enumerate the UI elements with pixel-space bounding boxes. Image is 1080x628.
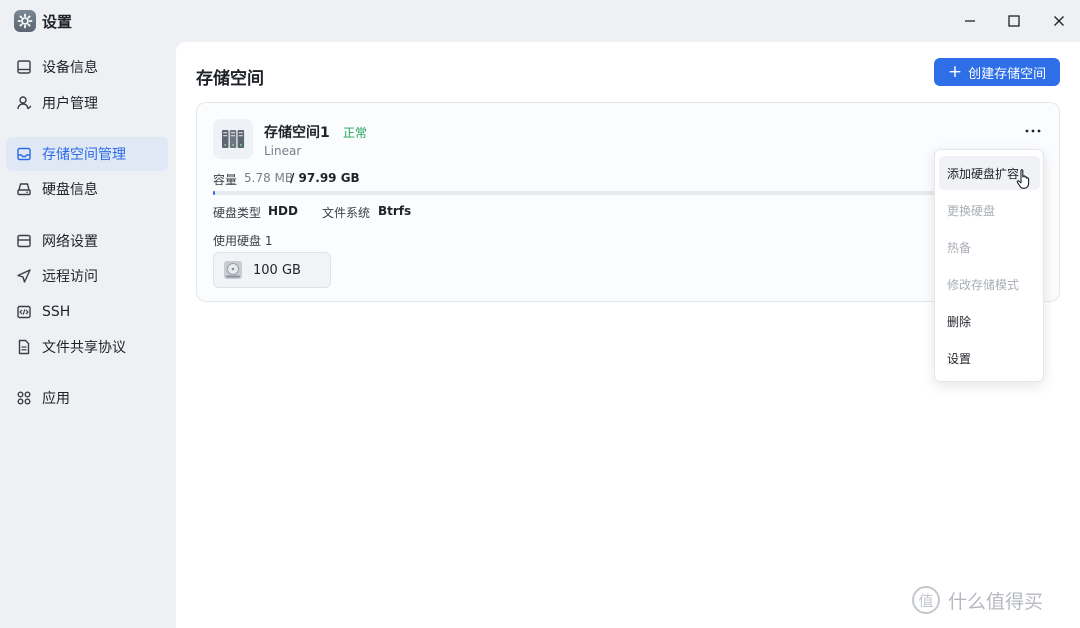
disk-icon (16, 181, 32, 197)
device-icon (16, 59, 32, 75)
title-bar: 设置 (0, 0, 1080, 42)
server-rack-icon (213, 119, 253, 159)
filesystem-value: Btrfs (378, 204, 412, 218)
minimize-icon (965, 20, 975, 22)
menu-item-label: 修改存储模式 (947, 277, 1020, 292)
window-title: 设置 (42, 13, 73, 31)
status-badge: 正常 (343, 126, 368, 140)
menu-item-label: 热备 (947, 240, 972, 255)
capacity-total: / 97.99 GB (290, 171, 360, 185)
sidebar-item-label: SSH (42, 304, 71, 320)
sidebar-item-label: 存储空间管理 (42, 147, 126, 163)
menu-item-label: 更换硬盘 (947, 203, 996, 218)
menu-item-replace-disk[interactable]: 更换硬盘 (939, 193, 1040, 227)
sidebar-item-network-settings[interactable]: 网络设置 (6, 224, 168, 258)
storage-icon (16, 146, 32, 162)
menu-item-change-storage-mode[interactable]: 修改存储模式 (939, 267, 1040, 301)
close-button[interactable] (1046, 8, 1072, 34)
document-icon (16, 339, 32, 355)
capacity-label: 容量 (213, 173, 238, 187)
storage-pool-card: 存储空间1 正常 Linear 容量 5.78 MB / 97.99 GB 硬盘… (196, 102, 1060, 302)
create-storage-button[interactable]: + 创建存储空间 (934, 58, 1060, 86)
maximize-icon (1008, 15, 1020, 27)
sidebar-item-disk-info[interactable]: 硬盘信息 (6, 172, 168, 206)
pool-name: 存储空间1 (264, 125, 330, 141)
used-disks-label: 使用硬盘 1 (213, 234, 273, 248)
capacity-bar (213, 191, 1043, 195)
disk-size: 100 GB (253, 262, 301, 278)
hand-cursor-icon (1016, 169, 1030, 189)
sidebar-item-label: 网络设置 (42, 234, 98, 250)
watermark: 值 什么值得买 (912, 586, 1043, 614)
menu-item-settings[interactable]: 设置 (939, 341, 1040, 375)
watermark-text: 什么值得买 (948, 590, 1044, 613)
sidebar-item-label: 硬盘信息 (42, 182, 98, 198)
sidebar-item-storage-management[interactable]: 存储空间管理 (6, 137, 168, 171)
sidebar: 设备信息 用户管理 存储空间管理 硬盘信息 网络设置 远程访问 SSH 文件共享… (0, 42, 176, 628)
gear-icon (14, 10, 36, 32)
sidebar-item-remote-access[interactable]: 远程访问 (6, 259, 168, 293)
send-icon (16, 268, 32, 284)
minimize-button[interactable] (957, 8, 983, 34)
disk-chip[interactable]: 100 GB (213, 252, 331, 288)
menu-item-label: 删除 (947, 314, 972, 329)
sidebar-item-label: 用户管理 (42, 96, 98, 112)
watermark-badge: 值 (912, 586, 940, 614)
sidebar-item-device-info[interactable]: 设备信息 (6, 50, 168, 84)
menu-item-label: 添加硬盘扩容 (947, 166, 1020, 181)
sidebar-item-label: 文件共享协议 (42, 340, 126, 356)
sidebar-item-ssh[interactable]: SSH (6, 295, 168, 329)
disk-type-label: 硬盘类型 (213, 206, 262, 220)
capacity-bar-fill (213, 191, 215, 195)
create-storage-label: 创建存储空间 (968, 66, 1047, 82)
filesystem-label: 文件系统 (322, 206, 371, 220)
ellipsis-icon (1025, 129, 1041, 133)
plus-icon: + (947, 61, 963, 82)
maximize-button[interactable] (1001, 8, 1027, 34)
menu-item-hot-spare[interactable]: 热备 (939, 230, 1040, 264)
sidebar-item-apps[interactable]: 应用 (6, 381, 168, 415)
capacity-used: 5.78 MB (244, 171, 294, 185)
menu-item-delete[interactable]: 删除 (939, 304, 1040, 338)
code-icon (16, 304, 32, 320)
menu-item-label: 设置 (947, 351, 972, 366)
sidebar-item-label: 设备信息 (42, 60, 98, 76)
sidebar-item-label: 远程访问 (42, 269, 98, 285)
apps-icon (16, 390, 32, 406)
page-title: 存储空间 (196, 69, 264, 89)
more-options-button[interactable] (1022, 121, 1044, 141)
hard-drive-icon (224, 261, 242, 279)
sidebar-item-user-management[interactable]: 用户管理 (6, 86, 168, 120)
disk-type-value: HDD (268, 204, 298, 218)
network-icon (16, 233, 32, 249)
pool-mode: Linear (264, 144, 302, 158)
settings-window: 设置 设备信息 用户管理 存储空间管理 硬盘信息 网络设置 远程访问 SSH 文… (0, 0, 1080, 628)
sidebar-item-label: 应用 (42, 391, 70, 407)
close-icon (1054, 16, 1064, 26)
sidebar-item-file-sharing[interactable]: 文件共享协议 (6, 330, 168, 364)
user-icon (16, 95, 32, 111)
